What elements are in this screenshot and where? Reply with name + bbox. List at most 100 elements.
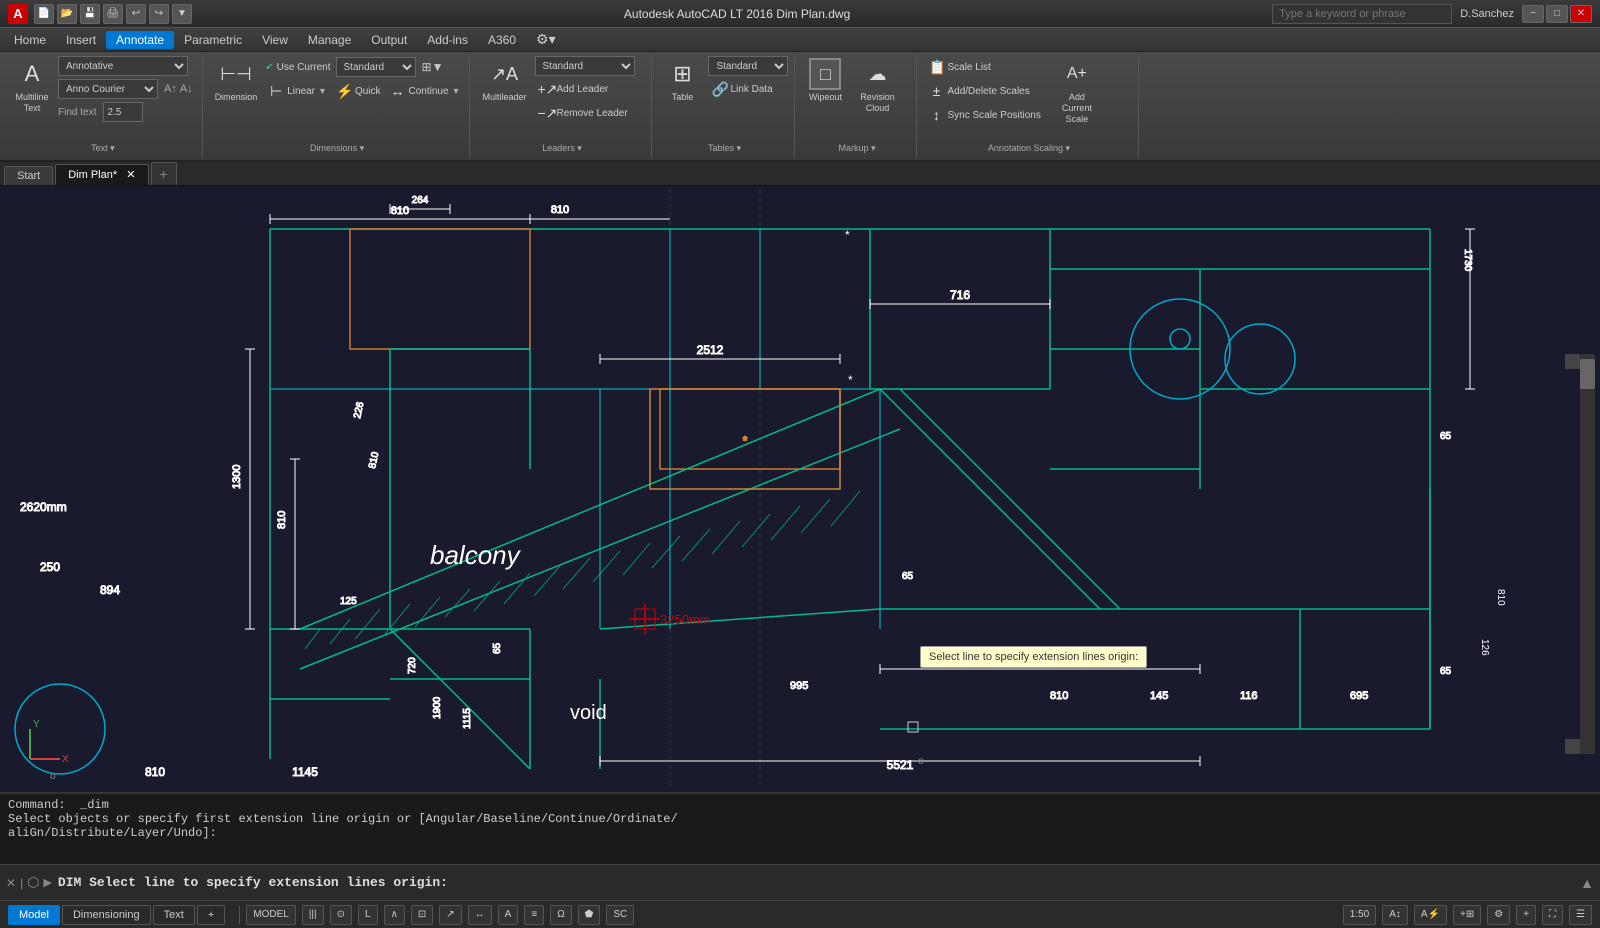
grid-button[interactable]: ||| <box>302 905 324 925</box>
drawing-canvas[interactable]: * 810 264 810 2512 716 1730 <box>0 186 1600 792</box>
menu-view[interactable]: View <box>252 31 298 49</box>
linear-button[interactable]: ⊢ Linear ▼ <box>265 80 330 102</box>
remove-leader-button[interactable]: −↗ Remove Leader <box>535 102 635 124</box>
text-size-input[interactable] <box>103 102 143 122</box>
add-delete-label: Add/Delete Scales <box>947 86 1029 97</box>
dimension-button[interactable]: ⊢⊣ Dimension <box>211 56 262 105</box>
menu-a360[interactable]: A360 <box>478 31 526 49</box>
expand-button[interactable]: ▲ <box>1580 875 1594 891</box>
quick-button[interactable]: ⚡ Quick <box>333 80 384 102</box>
font-dropdown[interactable]: Anno Courier <box>58 79 158 99</box>
command-input-field[interactable] <box>58 875 1576 890</box>
continue-dropdown-icon[interactable]: ▼ <box>452 86 461 96</box>
markup-group-label[interactable]: Markup ▾ <box>803 141 910 156</box>
svg-text:*: * <box>845 228 850 242</box>
svg-text:810: 810 <box>1050 690 1068 702</box>
dyn-button[interactable]: A <box>498 905 519 925</box>
dimensioning-tab[interactable]: Dimensioning <box>62 905 151 925</box>
custom-button[interactable]: ☰ <box>1569 905 1592 925</box>
menu-addins[interactable]: Add-ins <box>417 31 478 49</box>
revision-cloud-button[interactable]: ☁ Revision Cloud <box>855 56 899 116</box>
annotation-scaling-group-label[interactable]: Annotation Scaling ▾ <box>925 141 1132 156</box>
tp-button[interactable]: Ω <box>550 905 571 925</box>
scale-list-button[interactable]: 📋 Scale List <box>925 56 1043 78</box>
tab-start[interactable]: Start <box>4 166 53 185</box>
svg-text:2620mm: 2620mm <box>20 500 67 514</box>
annotation-auto-btn[interactable]: A⚡ <box>1414 905 1447 925</box>
menu-parametric[interactable]: Parametric <box>174 31 252 49</box>
polar-button[interactable]: ∧ <box>384 905 405 925</box>
model-tab[interactable]: Model <box>8 905 60 925</box>
table-button[interactable]: ⊞ Table <box>660 56 704 105</box>
svg-text:65: 65 <box>902 571 914 582</box>
multiline-text-button[interactable]: A Multiline Text <box>10 56 54 116</box>
svg-text:264: 264 <box>412 195 429 206</box>
dimensions-group-label[interactable]: Dimensions ▾ <box>211 141 464 156</box>
text-group-content: A Multiline Text Annotative Anno Courier… <box>10 56 196 141</box>
svg-text:1300: 1300 <box>231 465 243 489</box>
add-button[interactable]: + <box>1516 905 1536 925</box>
cmd-close-button[interactable]: ✕ <box>6 876 16 890</box>
print-button[interactable]: 🖨 <box>103 4 123 24</box>
table-style-dropdown[interactable]: Standard <box>708 56 788 76</box>
multiline-text-label: Multiline Text <box>15 92 48 114</box>
svg-text:5521: 5521 <box>887 758 914 772</box>
snap-button[interactable]: ⊙ <box>330 905 352 925</box>
search-input[interactable] <box>1272 4 1452 24</box>
ortho-button[interactable]: L <box>358 905 378 925</box>
menu-home[interactable]: Home <box>4 31 56 49</box>
continue-button[interactable]: ↔ Continue ▼ <box>387 80 464 102</box>
add-tab-button[interactable]: + <box>151 162 177 185</box>
redo-button[interactable]: ↪ <box>149 4 169 24</box>
tab-dim-plan[interactable]: Dim Plan* ✕ <box>55 164 148 185</box>
undo-button[interactable]: ↩ <box>126 4 146 24</box>
settings-button[interactable]: ⚙ <box>1487 905 1510 925</box>
open-button[interactable]: 📂 <box>57 4 77 24</box>
leaders-group-label[interactable]: Leaders ▾ <box>478 141 645 156</box>
add-current-scale-button[interactable]: A+ Add Current Scale <box>1048 56 1106 126</box>
fullscreen-button[interactable]: ⛶ <box>1542 905 1563 925</box>
new-button[interactable]: 📄 <box>34 4 54 24</box>
continue-label: Continue <box>409 86 449 97</box>
sc-button[interactable]: SC <box>606 905 634 925</box>
zoom-in-button[interactable]: +⊞ <box>1453 905 1481 925</box>
quick-label: Quick <box>355 86 381 97</box>
model-space-label[interactable]: MODEL <box>246 905 296 925</box>
minimize-button[interactable]: − <box>1522 5 1544 23</box>
text-style-dropdown[interactable]: Annotative <box>58 56 188 76</box>
annotation-scale[interactable]: 1:50 <box>1343 905 1376 925</box>
menu-manage[interactable]: Manage <box>298 31 361 49</box>
maximize-button[interactable]: □ <box>1546 5 1568 23</box>
annotation-visible-btn[interactable]: A↕ <box>1382 905 1408 925</box>
add-delete-scales-button[interactable]: ± Add/Delete Scales <box>925 80 1043 102</box>
menu-settings[interactable]: ⚙▾ <box>526 29 566 50</box>
svg-text:145: 145 <box>1150 690 1168 702</box>
text-tab[interactable]: Text <box>153 905 195 925</box>
size-row: Find text <box>58 102 196 122</box>
linear-dropdown-icon[interactable]: ▼ <box>318 86 327 96</box>
menu-output[interactable]: Output <box>361 31 417 49</box>
otrack-button[interactable]: ↗ <box>439 905 461 925</box>
qp-button[interactable]: ⬟ <box>578 905 601 925</box>
menu-insert[interactable]: Insert <box>56 31 106 49</box>
save-button[interactable]: 💾 <box>80 4 100 24</box>
sync-scale-button[interactable]: ↕ Sync Scale Positions <box>925 104 1043 126</box>
ducs-button[interactable]: ↔ <box>468 905 492 925</box>
text-group-label[interactable]: Text ▾ <box>10 141 196 156</box>
wipeout-button[interactable]: □ Wipeout <box>803 56 847 105</box>
osnap-button[interactable]: ⊡ <box>411 905 433 925</box>
multileader-button[interactable]: ↗A Multileader <box>478 56 530 105</box>
workspace-button[interactable]: ▼ <box>172 4 192 24</box>
link-data-button[interactable]: 🔗 Link Data <box>708 78 788 100</box>
ribbon-group-text: A Multiline Text Annotative Anno Courier… <box>4 54 203 158</box>
dim-style-btn[interactable]: ⊞▼ <box>419 56 447 78</box>
add-leader-button[interactable]: +↗ Add Leader <box>535 78 635 100</box>
menu-annotate[interactable]: Annotate <box>106 31 174 49</box>
tables-group-label[interactable]: Tables ▾ <box>660 141 788 156</box>
dim-style-dropdown[interactable]: Standard <box>336 57 416 77</box>
add-layout-button[interactable]: + <box>197 905 225 925</box>
command-input-row[interactable]: ✕ | ⬡ ▶ ▲ <box>0 864 1600 900</box>
lw-button[interactable]: ≡ <box>524 905 544 925</box>
close-button[interactable]: ✕ <box>1570 5 1592 23</box>
leader-style-dropdown[interactable]: Standard <box>535 56 635 76</box>
